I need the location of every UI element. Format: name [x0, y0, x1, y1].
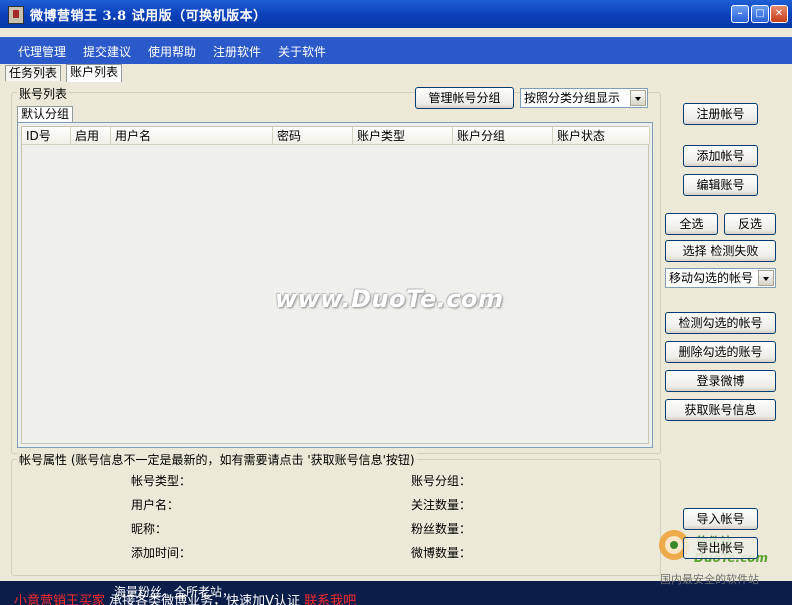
- column-account-status[interactable]: 账户状态: [553, 127, 650, 145]
- ad-line-2[interactable]: 小意营销王买家 承接各类微博业务，快速加V认证 联系我吧: [14, 590, 356, 605]
- app-window: 微博营销王 3.8 试用版（可换机版本） – □ ✕ 代理管理 提交建议 使用帮…: [0, 0, 792, 605]
- minimize-button[interactable]: –: [731, 5, 749, 23]
- menu-bar: 代理管理 提交建议 使用帮助 注册软件 关于软件: [0, 37, 792, 64]
- title-bar: 微博营销王 3.8 试用版（可换机版本） – □ ✕: [0, 0, 792, 28]
- menu-register[interactable]: 注册软件: [213, 43, 261, 60]
- close-button[interactable]: ✕: [770, 5, 788, 23]
- delete-selected-button[interactable]: 删除勾选的账号: [665, 341, 776, 363]
- window-title: 微博营销王 3.8 试用版（可换机版本）: [30, 9, 267, 24]
- move-selected-value: 移动勾选的帐号: [669, 271, 754, 285]
- column-account-type[interactable]: 账户类型: [353, 127, 453, 145]
- fans-count-label: 粉丝数量：: [411, 522, 472, 536]
- column-enabled[interactable]: 启用: [71, 127, 111, 145]
- menu-proxy[interactable]: 代理管理: [18, 43, 66, 60]
- main-tabs: 任务列表 账户列表: [0, 64, 792, 82]
- username-label: 用户名：: [131, 498, 180, 512]
- column-username[interactable]: 用户名: [111, 127, 273, 145]
- check-selected-button[interactable]: 检测勾选的帐号: [665, 312, 776, 334]
- account-properties-group: [11, 459, 661, 576]
- add-account-button[interactable]: 添加帐号: [683, 145, 758, 167]
- tab-task-list[interactable]: 任务列表: [5, 65, 62, 81]
- tab-account-list[interactable]: 账户列表: [66, 64, 123, 82]
- fetch-info-button[interactable]: 获取账号信息: [665, 399, 776, 421]
- edit-account-button[interactable]: 编辑账号: [683, 174, 758, 196]
- maximize-button[interactable]: □: [751, 5, 769, 23]
- ad-line-2-red: 小意营销王买家: [14, 594, 106, 605]
- weibo-count-label: 微博数量：: [411, 546, 472, 560]
- follow-count-label: 关注数量：: [411, 498, 472, 512]
- export-account-button[interactable]: 导出帐号: [683, 537, 758, 559]
- import-account-button[interactable]: 导入帐号: [683, 508, 758, 530]
- menu-feedback[interactable]: 提交建议: [83, 43, 131, 60]
- select-failed-button[interactable]: 选择 检测失败: [665, 240, 776, 262]
- column-id[interactable]: ID号: [22, 127, 71, 145]
- logo-slogan: 国内最安全的软件站: [660, 573, 759, 586]
- invert-selection-button[interactable]: 反选: [724, 213, 776, 235]
- tab-default-group[interactable]: 默认分组: [17, 106, 74, 122]
- ad-line-2-tail: 联系我吧: [304, 594, 357, 605]
- nickname-label: 昵称：: [131, 522, 168, 536]
- menu-help[interactable]: 使用帮助: [148, 43, 196, 60]
- column-password[interactable]: 密码: [273, 127, 353, 145]
- manage-group-button[interactable]: 管理帐号分组: [415, 87, 514, 109]
- ad-line-2-text: 承接各类微博业务，快速加V认证: [109, 594, 301, 605]
- menu-about[interactable]: 关于软件: [278, 43, 326, 60]
- app-icon: [8, 6, 24, 24]
- account-list-title: 账号列表: [17, 85, 70, 102]
- chevron-down-icon[interactable]: [758, 270, 774, 286]
- column-account-group[interactable]: 账户分组: [453, 127, 553, 145]
- account-properties-title: 帐号属性 (账号信息不一定是最新的，如有需要请点击 '获取账号信息'按钮): [17, 451, 417, 468]
- register-account-button[interactable]: 注册帐号: [683, 103, 758, 125]
- account-group-label: 账号分组：: [411, 474, 472, 488]
- account-type-label: 帐号类型：: [131, 474, 192, 488]
- duote-watermark: www.DuoTe.com: [275, 285, 504, 313]
- move-selected-select[interactable]: 移动勾选的帐号: [665, 268, 776, 288]
- added-time-label: 添加时间：: [131, 546, 192, 560]
- select-all-button[interactable]: 全选: [665, 213, 718, 235]
- login-weibo-button[interactable]: 登录微博: [665, 370, 776, 392]
- display-mode-value: 按照分类分组显示: [524, 91, 621, 105]
- chevron-down-icon[interactable]: [630, 90, 646, 106]
- display-mode-select[interactable]: 按照分类分组显示: [520, 88, 648, 108]
